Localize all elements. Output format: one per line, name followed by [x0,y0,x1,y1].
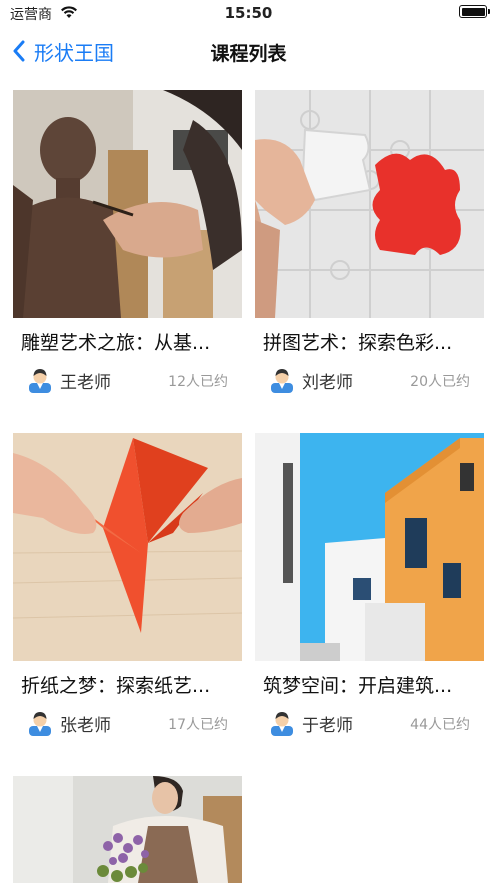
page-title: 课程列表 [210,43,287,65]
teacher-name: 于老师 [302,716,353,736]
status-bar: 运营商 15:50 [0,0,497,26]
navigation-bar: 形状王国 课程列表 [0,26,497,76]
course-image-architecture [255,433,484,661]
course-meta: 于老师 44人已约 [255,706,484,742]
course-title: 筑梦空间：开启建筑... [263,675,453,697]
teacher-avatar-icon [29,369,51,393]
clock: 15:50 [224,4,273,22]
teacher-name: 刘老师 [302,373,353,393]
booking-count: 12人已约 [168,374,228,390]
course-meta: 王老师 12人已约 [13,363,242,399]
booking-count: 44人已约 [410,717,470,733]
teacher-name: 张老师 [60,716,111,736]
course-card[interactable] [13,776,242,883]
teacher-avatar-icon [271,712,293,736]
course-card[interactable]: 折纸之梦：探索纸艺... 张老师 17人已约 [13,433,242,742]
course-meta: 张老师 17人已约 [13,706,242,742]
course-image-puzzle [255,90,484,318]
course-card[interactable]: 雕塑艺术之旅：从基... 王老师 12人已约 [13,90,242,399]
battery-icon [459,5,490,18]
booking-count: 20人已约 [410,374,470,390]
booking-count: 17人已约 [168,717,228,733]
course-card[interactable]: 拼图艺术：探索色彩... 刘老师 20人已约 [255,90,484,399]
teacher-name: 王老师 [60,373,111,393]
course-image-origami [13,433,242,661]
course-image-flowers [13,776,242,883]
course-title: 雕塑艺术之旅：从基... [21,332,211,354]
teacher-avatar-icon [29,712,51,736]
course-title: 拼图艺术：探索色彩... [263,332,453,354]
course-card[interactable]: 筑梦空间：开启建筑... 于老师 44人已约 [255,433,484,742]
course-title: 折纸之梦：探索纸艺... [21,675,211,697]
teacher-avatar-icon [271,369,293,393]
course-meta: 刘老师 20人已约 [255,363,484,399]
course-image-sculpture [13,90,242,318]
